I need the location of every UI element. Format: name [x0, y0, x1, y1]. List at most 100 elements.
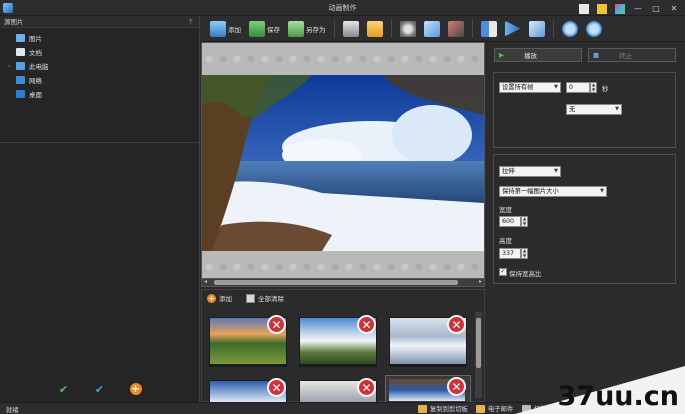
- source-images-title: 源图片: [4, 18, 24, 26]
- image-preview[interactable]: ◂ ▸: [201, 42, 485, 287]
- frame-thumbnail[interactable]: ✕: [299, 378, 377, 402]
- palette-icon[interactable]: [613, 1, 627, 15]
- scroll-thumb[interactable]: [214, 280, 458, 285]
- delete-frame-icon[interactable]: ✕: [447, 315, 466, 334]
- copy-button[interactable]: [421, 18, 443, 40]
- play-button[interactable]: ▶ 播放: [494, 48, 582, 62]
- rotate-button[interactable]: [502, 18, 524, 40]
- envelope-icon: [366, 20, 383, 37]
- tree-item-this-pc[interactable]: › 此电脑: [0, 59, 199, 73]
- size-mode-value: 保持第一幅图片大小: [502, 188, 559, 195]
- paste-button[interactable]: [445, 18, 467, 40]
- save-as-button[interactable]: 另存为: [285, 18, 329, 40]
- flip-button[interactable]: [478, 18, 500, 40]
- add-label: 添加: [228, 25, 241, 34]
- close-button[interactable]: ✕: [667, 1, 681, 15]
- tree-item-pictures[interactable]: 图片: [0, 31, 199, 45]
- printer-icon: [342, 20, 359, 37]
- chevron-down-icon: ▼: [615, 106, 619, 112]
- effects-button[interactable]: [526, 18, 548, 40]
- seconds-unit: 秒: [602, 85, 609, 93]
- zoom-in-button[interactable]: [559, 18, 581, 40]
- network-icon: [16, 76, 25, 84]
- resize-mode-dropdown[interactable]: 拉伸 ▼: [499, 166, 561, 177]
- expand-arrow-icon[interactable]: ›: [8, 63, 16, 70]
- tree-item-network[interactable]: 网络: [0, 73, 199, 87]
- size-mode-dropdown[interactable]: 保持第一幅图片大小 ▼: [499, 186, 607, 197]
- desktop-icon: [16, 90, 25, 98]
- seconds-input[interactable]: 0: [566, 82, 590, 93]
- pin-icon[interactable]: ᛘ: [189, 16, 193, 28]
- paste-icon: [447, 20, 464, 37]
- bottom-pattern-strip: [202, 251, 484, 279]
- stop-button[interactable]: ■ 终止: [588, 48, 676, 62]
- toolbar-separator: [552, 19, 554, 38]
- delete-frame-icon[interactable]: ✕: [267, 315, 286, 334]
- frames-panel: + 添加 全部清除 ✕ ✕ ✕ ✕ ✕ ✕: [201, 289, 485, 403]
- copy-to-clipboard-button[interactable]: 复制到剪切板: [418, 404, 468, 413]
- tree-item-label: 此电脑: [29, 63, 49, 71]
- frame-thumbnail[interactable]: ✕: [299, 315, 377, 367]
- stop-icon: ■: [593, 51, 600, 59]
- tree-item-desktop[interactable]: 桌面: [0, 87, 199, 101]
- delete-frame-icon[interactable]: ✕: [267, 378, 286, 397]
- delete-frame-icon[interactable]: ✕: [447, 377, 466, 396]
- delete-frame-icon[interactable]: ✕: [357, 378, 376, 397]
- frames-dropdown-value: 设置所有帧: [502, 84, 534, 91]
- print-button[interactable]: [340, 18, 362, 40]
- stop-label: 终止: [619, 52, 633, 60]
- tree-item-label: 图片: [29, 35, 42, 43]
- add-frame-button[interactable]: + 添加: [207, 293, 232, 303]
- email-label: 电子邮件: [488, 406, 514, 413]
- scroll-thumb[interactable]: [476, 318, 481, 368]
- check-blue-icon[interactable]: ✔: [94, 383, 106, 396]
- check-green-icon[interactable]: ✔: [58, 383, 70, 396]
- minimize-button[interactable]: —: [631, 1, 645, 15]
- tree-item-documents[interactable]: 文档: [0, 45, 199, 59]
- delete-frame-icon[interactable]: ✕: [357, 315, 376, 334]
- email-status-button[interactable]: 电子邮件: [476, 404, 513, 413]
- width-stepper[interactable]: ▲ ▼: [521, 216, 528, 227]
- frames-toolbar: + 添加 全部清除: [202, 290, 484, 306]
- frame-thumbnail[interactable]: ✕: [209, 315, 287, 367]
- transition-dropdown[interactable]: 无 ▼: [566, 104, 622, 115]
- height-input[interactable]: 337: [499, 248, 521, 259]
- file-list-area[interactable]: [0, 142, 199, 372]
- zoom-out-icon: [585, 20, 602, 37]
- email-button[interactable]: [364, 18, 386, 40]
- preview-horizontal-scrollbar[interactable]: ◂ ▸: [202, 278, 484, 286]
- maximize-button[interactable]: □: [649, 1, 663, 15]
- save-button[interactable]: 保存: [246, 18, 283, 40]
- keep-ratio-checkbox[interactable]: ✓: [499, 268, 507, 276]
- frame-thumbnail-selected[interactable]: ✕: [385, 375, 471, 403]
- cut-button[interactable]: [397, 18, 419, 40]
- tree-item-label: 文档: [29, 49, 42, 57]
- envelope-icon: [476, 404, 485, 413]
- status-text: 就绪: [6, 407, 19, 414]
- clear-all-button[interactable]: 全部清除: [246, 293, 284, 303]
- transition-dropdown-value: 无: [569, 106, 576, 113]
- arrow-right-icon: [504, 20, 521, 37]
- toolbar-separator: [333, 19, 335, 38]
- folder-tree: 图片 文档 › 此电脑 网络 桌面: [0, 28, 199, 156]
- add-orange-symbol: +: [129, 382, 142, 395]
- scroll-left-icon[interactable]: ◂: [204, 278, 207, 285]
- add-orange-icon[interactable]: +: [129, 382, 142, 395]
- zoom-out-button[interactable]: [583, 18, 605, 40]
- frames-vertical-scrollbar[interactable]: [475, 312, 482, 398]
- play-icon: ▶: [499, 51, 504, 59]
- effects-icon: [528, 20, 545, 37]
- add-button[interactable]: 添加: [207, 18, 244, 40]
- scroll-right-icon[interactable]: ▸: [479, 278, 482, 285]
- pencil-icon[interactable]: [595, 1, 609, 15]
- seconds-stepper[interactable]: ▲ ▼: [590, 82, 597, 93]
- width-input[interactable]: 600: [499, 216, 521, 227]
- source-images-header: 源图片 ᛘ: [0, 16, 199, 28]
- frame-thumbnail[interactable]: ✕: [209, 378, 287, 402]
- frames-dropdown[interactable]: 设置所有帧 ▼: [499, 82, 561, 93]
- height-stepper[interactable]: ▲ ▼: [521, 248, 528, 259]
- tree-item-label: 网络: [29, 77, 42, 85]
- save-as-icon: [288, 20, 304, 37]
- page-icon[interactable]: [577, 1, 591, 15]
- frame-thumbnail[interactable]: ✕: [389, 315, 467, 367]
